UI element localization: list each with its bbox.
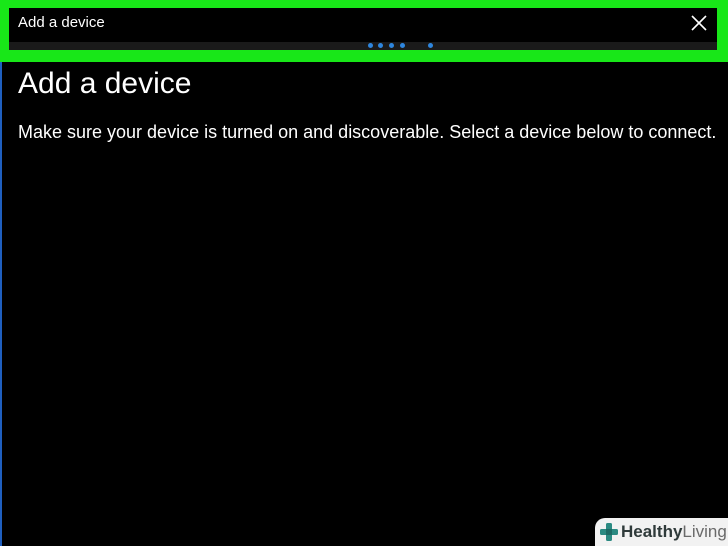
progress-dot <box>368 43 373 48</box>
progress-indicator <box>9 42 717 50</box>
watermark-brand-light: Living <box>682 522 727 541</box>
title-bar: Add a device <box>9 8 717 50</box>
watermark-brand-bold: Healthy <box>621 522 683 541</box>
window-title: Add a device <box>18 14 105 31</box>
watermark-logo: HealthyLiving <box>595 518 728 546</box>
page-title: Add a device <box>18 67 192 100</box>
progress-dot <box>389 43 394 48</box>
add-device-window: Add a device Add a device Make sure your… <box>0 0 728 546</box>
progress-dot <box>378 43 383 48</box>
instructions-text: Make sure your device is turned on and d… <box>18 122 717 142</box>
close-icon <box>691 15 707 31</box>
watermark-text: HealthyLiving <box>621 522 727 542</box>
window-border <box>0 62 2 546</box>
title-bar-highlight: Add a device <box>0 0 728 62</box>
progress-dot <box>400 43 405 48</box>
progress-dot <box>428 43 433 48</box>
cross-icon <box>600 523 618 541</box>
close-button[interactable] <box>687 11 711 35</box>
